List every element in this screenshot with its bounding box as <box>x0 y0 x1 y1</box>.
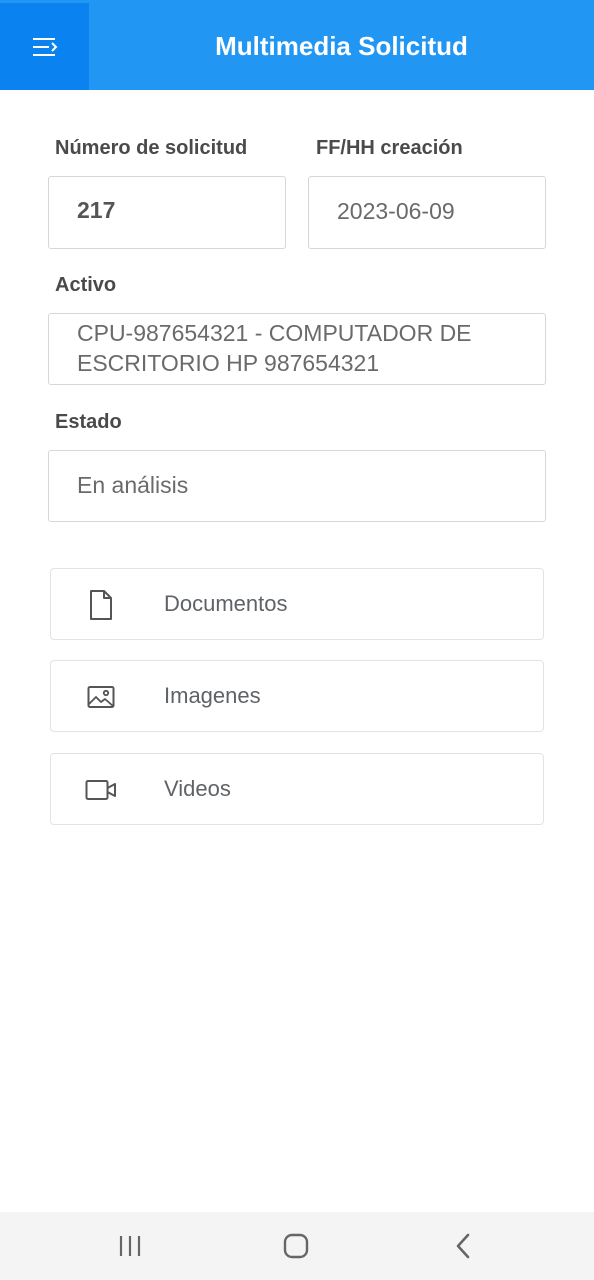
request-number-label: Número de solicitud <box>55 137 248 159</box>
documents-button[interactable]: Documentos <box>50 568 544 640</box>
recent-apps-button[interactable] <box>100 1226 160 1266</box>
recent-apps-icon <box>119 1236 141 1256</box>
home-icon <box>283 1233 309 1259</box>
asset-label: Activo <box>55 274 117 296</box>
images-label: Imagenes <box>164 683 261 708</box>
videos-label: Videos <box>164 776 231 801</box>
created-at-value: 2023-06-09 <box>337 198 455 224</box>
asset-field[interactable]: CPU-987654321 - COMPUTADOR DE ESCRITORIO… <box>48 313 546 385</box>
images-button[interactable]: Imagenes <box>50 660 544 732</box>
status-value: En análisis <box>77 472 189 498</box>
back-icon <box>456 1233 470 1259</box>
video-icon <box>85 774 117 806</box>
asset-value-line2: ESCRITORIO HP 987654321 <box>77 350 380 376</box>
status-field[interactable]: En análisis <box>48 450 546 522</box>
created-at-label: FF/HH creación <box>316 137 463 159</box>
status-label: Estado <box>55 411 122 433</box>
created-at-field[interactable]: 2023-06-09 <box>308 176 546 249</box>
menu-button[interactable] <box>0 3 89 90</box>
page-title: Multimedia Solicitud <box>215 31 468 61</box>
document-icon <box>85 589 117 621</box>
back-button[interactable] <box>433 1226 493 1266</box>
menu-icon <box>32 37 57 56</box>
home-button[interactable] <box>266 1226 326 1266</box>
documents-label: Documentos <box>164 591 288 616</box>
app-bar: Multimedia Solicitud <box>0 0 594 90</box>
system-nav-bar <box>0 1212 594 1280</box>
image-icon <box>85 681 117 713</box>
asset-value-line1: CPU-987654321 - COMPUTADOR DE <box>77 320 472 346</box>
videos-button[interactable]: Videos <box>50 753 544 825</box>
request-number-field[interactable]: 217 <box>48 176 286 249</box>
request-number-value: 217 <box>77 197 116 223</box>
